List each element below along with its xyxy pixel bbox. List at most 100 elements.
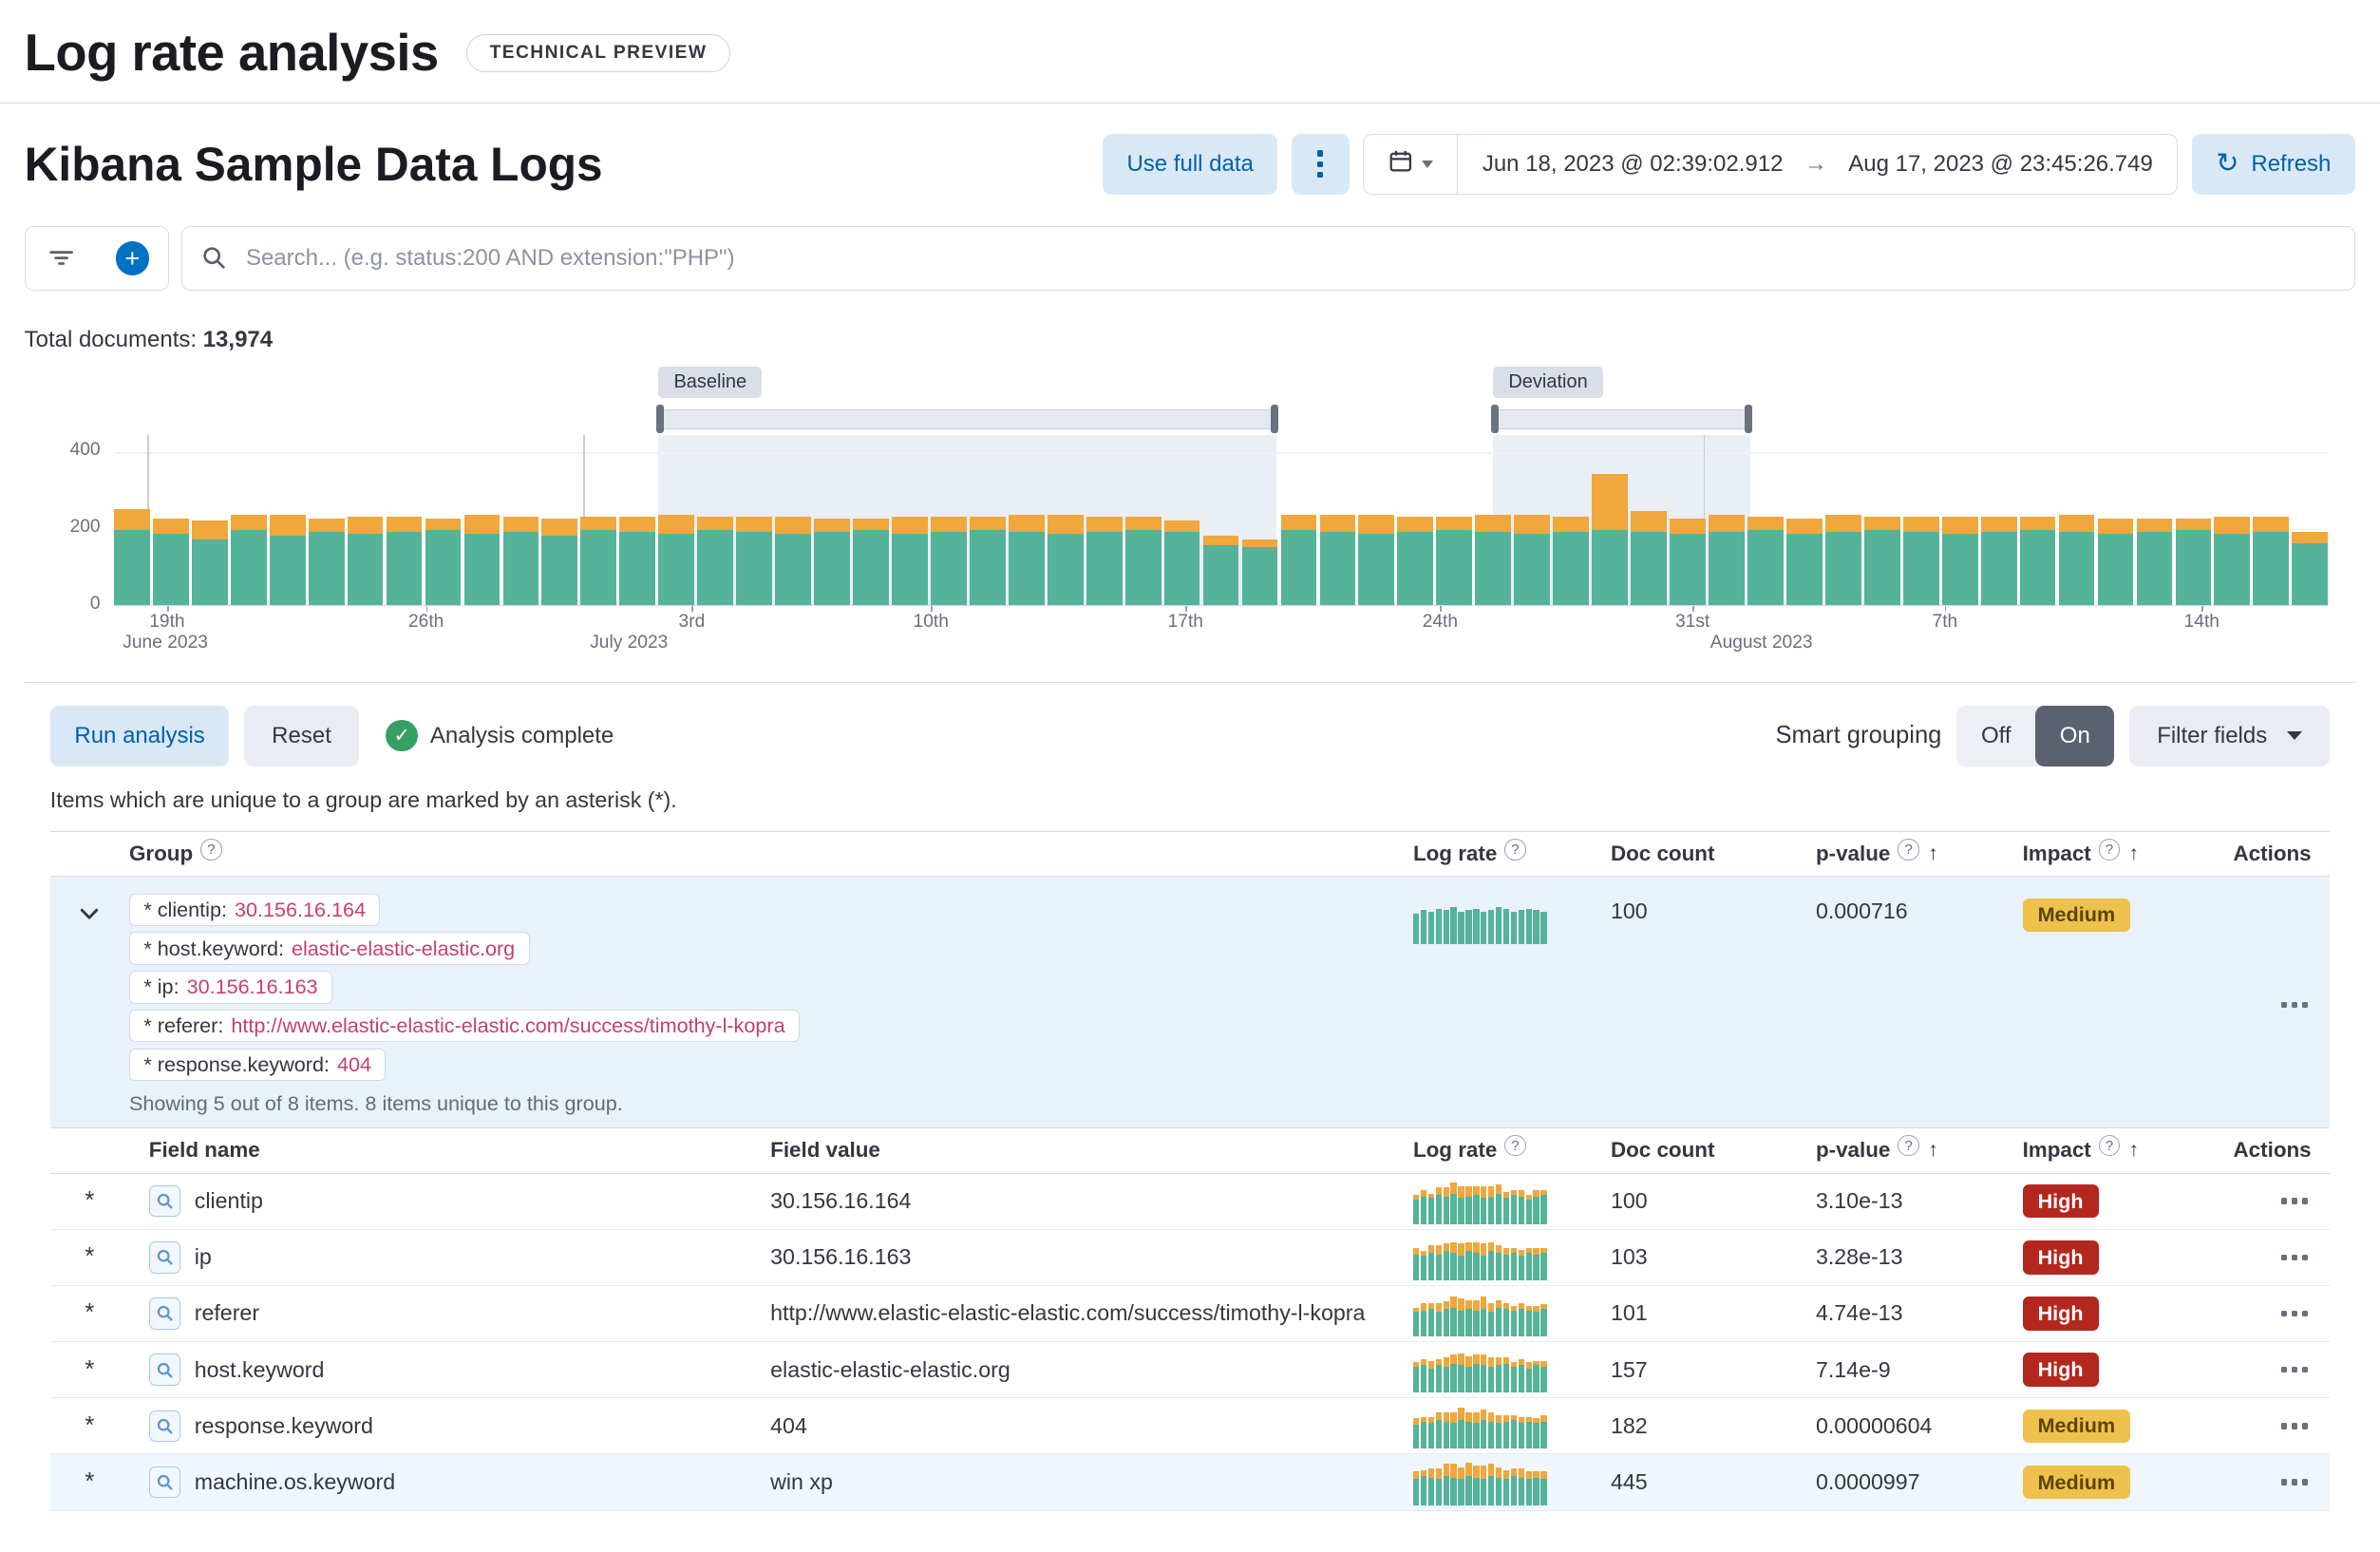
- chevron-down-icon: [1422, 161, 1433, 168]
- add-filter-button[interactable]: +: [97, 227, 168, 289]
- deviation-brush[interactable]: [1493, 409, 1749, 429]
- info-icon[interactable]: ?: [2099, 1135, 2120, 1156]
- sort-ascending-icon[interactable]: ↑: [1928, 1139, 1937, 1162]
- boxes-vertical-icon-button[interactable]: [1292, 134, 1350, 195]
- chart-bar: [1009, 515, 1045, 605]
- row-actions-button[interactable]: [2274, 1361, 2312, 1379]
- impact-sort-header[interactable]: Impact ? ↑: [2011, 1138, 2223, 1163]
- impact-badge: Medium: [2023, 899, 2131, 933]
- brush-handle[interactable]: [656, 405, 664, 433]
- p-value: 0.00000604: [1813, 1413, 2011, 1439]
- info-icon[interactable]: ?: [200, 839, 221, 860]
- info-icon[interactable]: ?: [1898, 1135, 1918, 1156]
- filter-fields-button[interactable]: Filter fields: [2129, 706, 2329, 767]
- info-icon[interactable]: ?: [1504, 839, 1525, 860]
- header-divider: [0, 103, 2380, 104]
- table-row[interactable]: * clientip 30.156.16.164 100 3.10e-13 Hi…: [50, 1174, 2330, 1230]
- use-full-data-button[interactable]: Use full data: [1103, 134, 1278, 195]
- p-value-sort-header[interactable]: p-value ? ↑: [1813, 842, 2011, 866]
- field-table-header: Field name Field value Log rate ? Doc co…: [50, 1128, 2330, 1174]
- y-axis-label: 200: [70, 517, 101, 538]
- analysis-status: ✓ Analysis complete: [386, 720, 614, 752]
- chart-bar: [1086, 517, 1123, 605]
- x-axis-label: 7th: [1933, 612, 1958, 633]
- baseline-label: Baseline: [658, 367, 762, 398]
- brush-handle[interactable]: [1271, 405, 1278, 433]
- table-row[interactable]: * referer http://www.elastic-elastic-ela…: [50, 1286, 2330, 1342]
- filter-icon: [48, 245, 74, 271]
- info-icon[interactable]: ?: [1504, 1135, 1525, 1156]
- chart-bar: [1981, 517, 2017, 605]
- sort-ascending-icon[interactable]: ↑: [2129, 1139, 2139, 1162]
- unique-asterisk: *: [50, 1356, 129, 1384]
- row-actions-button[interactable]: [2274, 1473, 2312, 1491]
- log-rate-sparkline: [1413, 899, 1547, 944]
- table-row[interactable]: * ip 30.156.16.163 103 3.28e-13 High: [50, 1230, 2330, 1286]
- chart-bar: [931, 517, 967, 605]
- info-icon[interactable]: ?: [2099, 839, 2120, 860]
- table-row[interactable]: * host.keyword elastic-elastic-elastic.o…: [50, 1342, 2330, 1398]
- x-axis-label: 19th: [149, 612, 184, 633]
- chart-bar: [1747, 517, 1784, 605]
- row-actions-button[interactable]: [2274, 995, 2312, 1013]
- field-name: clientip: [195, 1188, 263, 1214]
- chart-bar: [814, 519, 850, 605]
- chart-bar: [387, 517, 423, 605]
- date-end[interactable]: Aug 17, 2023 @ 23:45:26.749: [1848, 151, 2153, 178]
- chart-bar: [309, 519, 345, 605]
- p-value-sort-header[interactable]: p-value ? ↑: [1813, 1138, 2011, 1163]
- calendar-dropdown-button[interactable]: [1364, 135, 1458, 194]
- doc-count-column-header: Doc count: [1611, 842, 1714, 866]
- row-actions-button[interactable]: [2274, 1192, 2312, 1210]
- chart-bar: [892, 517, 928, 605]
- group-item-chip: * host.keyword:elastic-elastic-elastic.o…: [129, 932, 530, 964]
- brush-handle[interactable]: [1491, 405, 1499, 433]
- impact-sort-header[interactable]: Impact ? ↑: [2011, 842, 2223, 866]
- table-row[interactable]: * machine.os.keyword win xp 445 0.000099…: [50, 1454, 2330, 1510]
- sort-ascending-icon[interactable]: ↑: [1928, 842, 1937, 865]
- p-value: 4.74e-13: [1813, 1300, 2011, 1326]
- y-axis-label: 0: [90, 594, 101, 615]
- table-row[interactable]: * response.keyword 404 182 0.00000604 Me…: [50, 1398, 2330, 1454]
- actions-column-header: Actions: [2234, 842, 2312, 866]
- chart-bar: [2292, 532, 2328, 605]
- field-name: host.keyword: [195, 1357, 325, 1383]
- chart-bar: [1631, 511, 1667, 605]
- filter-button[interactable]: [26, 227, 97, 289]
- brush-handle[interactable]: [1745, 405, 1752, 433]
- impact-badge: Medium: [2023, 1410, 2131, 1444]
- field-token-icon: [149, 1410, 181, 1443]
- row-actions-button[interactable]: [2274, 1248, 2312, 1266]
- toggle-on[interactable]: On: [2035, 706, 2114, 767]
- row-actions-button[interactable]: [2274, 1417, 2312, 1435]
- group-summary: Showing 5 out of 8 items. 8 items unique…: [129, 1091, 1410, 1116]
- baseline-brush[interactable]: [658, 409, 1275, 429]
- chart-bar: [541, 519, 577, 605]
- field-value: 30.156.16.163: [767, 1244, 1410, 1270]
- x-axis-label: 31st: [1675, 612, 1709, 633]
- chart-bar: [2253, 517, 2289, 605]
- toggle-off[interactable]: Off: [1956, 706, 2035, 767]
- doc-count-value: 445: [1608, 1469, 1813, 1495]
- y-axis-label: 400: [70, 440, 101, 461]
- refresh-button[interactable]: ↻ Refresh: [2192, 134, 2355, 195]
- log-rate-sparkline: [1413, 1403, 1547, 1448]
- run-analysis-button[interactable]: Run analysis: [50, 706, 230, 767]
- chart-bar: [2020, 517, 2056, 605]
- x-axis-label: 24th: [1423, 612, 1458, 633]
- row-actions-button[interactable]: [2274, 1304, 2312, 1322]
- date-range-display[interactable]: Jun 18, 2023 @ 02:39:02.912 → Aug 17, 20…: [1458, 135, 2177, 194]
- total-documents-value: 13,974: [203, 327, 273, 352]
- reset-button[interactable]: Reset: [244, 706, 358, 767]
- search-input[interactable]: [181, 226, 2355, 290]
- page-header: Log rate analysis TECHNICAL PREVIEW: [25, 0, 2355, 103]
- date-start[interactable]: Jun 18, 2023 @ 02:39:02.912: [1483, 151, 1784, 178]
- chart-bar: [853, 519, 889, 605]
- refresh-icon: ↻: [2216, 150, 2238, 178]
- chevron-down-icon[interactable]: [78, 902, 101, 932]
- chart-bar: [348, 517, 384, 605]
- doc-count-value: 157: [1608, 1357, 1813, 1383]
- info-icon[interactable]: ?: [1898, 839, 1918, 860]
- impact-badge: High: [2023, 1240, 2099, 1275]
- sort-ascending-icon[interactable]: ↑: [2129, 842, 2139, 865]
